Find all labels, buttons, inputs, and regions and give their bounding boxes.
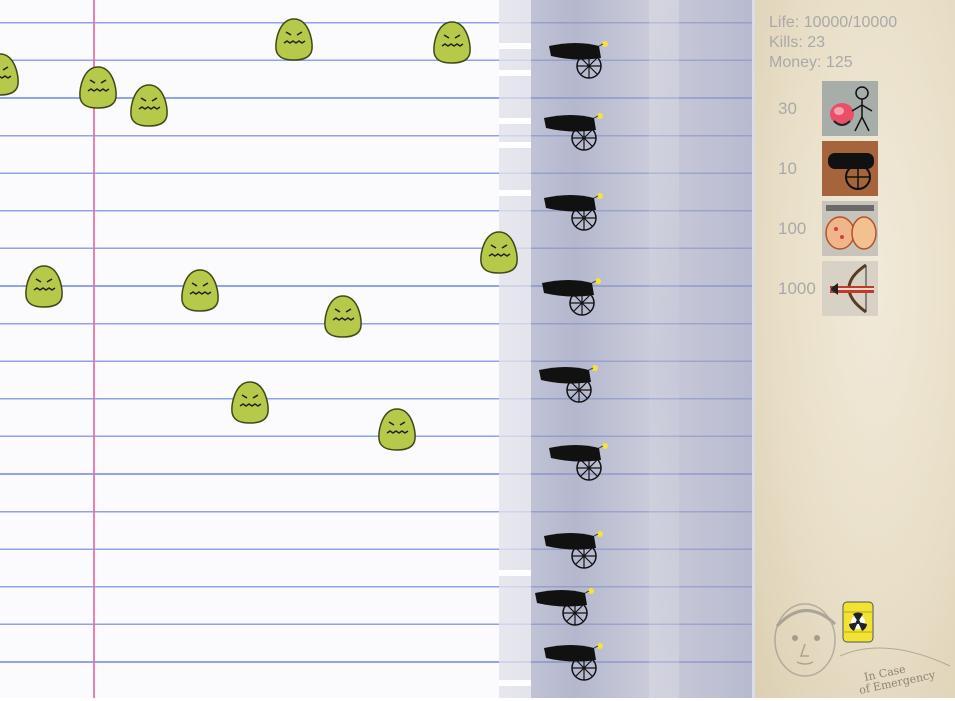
cannon-turret[interactable]: [540, 275, 604, 323]
money-counter: Money: 125: [769, 54, 853, 71]
paper-torn-edge: [499, 0, 531, 698]
blob-enemy: [274, 17, 314, 61]
shop-price: 30: [778, 99, 797, 118]
cannon-turret[interactable]: [537, 362, 601, 410]
paper-notch: [499, 70, 531, 76]
cannon-turret[interactable]: [542, 528, 606, 576]
shop-item-cannon[interactable]: 10: [755, 141, 955, 197]
blob-enemy: [0, 52, 20, 96]
blob-enemy: [24, 264, 64, 308]
brain-stickman-icon: [822, 81, 878, 136]
shop-price: 1000: [778, 279, 816, 298]
blob-enemy: [230, 380, 270, 424]
blob-enemy: [129, 83, 169, 127]
cannon-turret[interactable]: [533, 585, 597, 633]
paper-notch: [499, 43, 531, 49]
blob-enemy: [180, 268, 220, 312]
battlefield[interactable]: [0, 0, 752, 698]
cannon-turret[interactable]: [547, 38, 611, 86]
blob-enemy: [377, 407, 417, 451]
life-counter: Life: 10000/10000: [769, 14, 898, 31]
shop-price: 100: [778, 219, 807, 238]
paper-notch: [499, 142, 531, 148]
kills-counter: Kills: 23: [769, 34, 826, 51]
blob-enemy: [78, 65, 118, 109]
blob-enemy: [479, 230, 519, 274]
shop-item-fists[interactable]: 100: [755, 201, 955, 257]
cannon-turret[interactable]: [547, 440, 611, 488]
cannon-turret[interactable]: [542, 110, 606, 158]
shop-item-bow[interactable]: 1000: [755, 261, 955, 317]
game-sidebar: Life: 10000/10000 Kills: 23 Money: 125 3…: [752, 0, 955, 698]
radioactive-barrel-icon: [841, 600, 875, 644]
paper-notch: [499, 680, 531, 686]
cannon-turret[interactable]: [542, 640, 606, 688]
shop-price: 10: [778, 159, 797, 178]
cannon-turret[interactable]: [542, 190, 606, 238]
shop-item-brain[interactable]: 30: [755, 81, 955, 137]
portrait-sketch: [774, 603, 837, 677]
paper-notch: [499, 190, 531, 196]
cannon-icon: [822, 141, 878, 196]
paper-notch: [499, 118, 531, 124]
blob-enemy: [432, 20, 472, 64]
bow-arrow-icon: [822, 261, 878, 316]
emergency-button[interactable]: In Case of Emergency: [765, 596, 955, 697]
paper-notch: [499, 570, 531, 576]
blob-enemy: [323, 294, 363, 338]
fists-icon: [822, 201, 878, 256]
